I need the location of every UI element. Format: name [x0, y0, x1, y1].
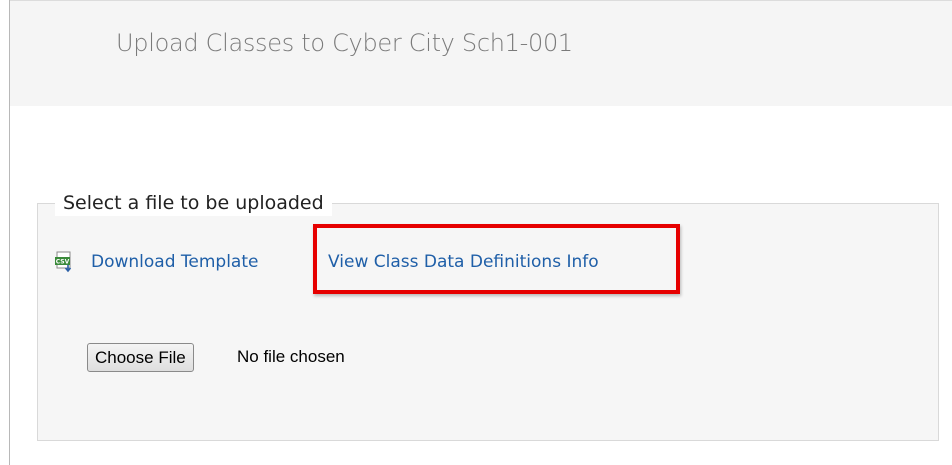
- upload-fieldset: [37, 203, 939, 441]
- choose-file-button[interactable]: Choose File: [87, 343, 194, 372]
- view-class-data-definitions-link[interactable]: View Class Data Definitions Info: [328, 251, 599, 273]
- upload-classes-page: Upload Classes to Cyber City Sch1-001 Se…: [0, 0, 952, 465]
- download-template-link[interactable]: Download Template: [91, 251, 258, 273]
- upload-legend: Select a file to be uploaded: [55, 190, 332, 216]
- csv-file-icon[interactable]: CSV: [54, 251, 74, 273]
- link-separator: [316, 252, 317, 272]
- svg-text:CSV: CSV: [56, 259, 70, 266]
- page-title: Upload Classes to Cyber City Sch1-001: [116, 29, 573, 57]
- page-header: Upload Classes to Cyber City Sch1-001: [10, 0, 952, 106]
- file-status-text: No file chosen: [237, 347, 345, 366]
